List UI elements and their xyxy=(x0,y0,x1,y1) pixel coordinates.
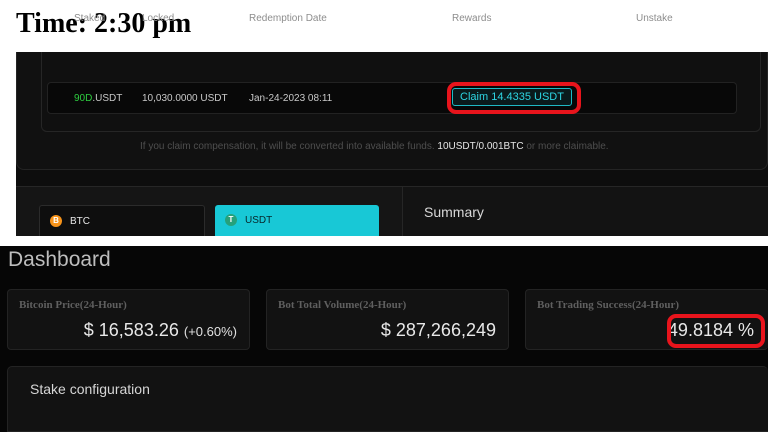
staked-period: 90D xyxy=(74,93,93,104)
summary-title: Summary xyxy=(424,204,484,220)
staked-coin: .USDT xyxy=(92,93,123,104)
notice-threshold: 10USDT/0.001BTC xyxy=(437,141,524,152)
header-rewards: Rewards xyxy=(452,13,492,24)
dashboard-title: Dashboard xyxy=(8,248,111,271)
coin-label-btc: BTC xyxy=(70,216,90,227)
header-staked: Staked xyxy=(74,13,106,24)
header-unstake: Unstake xyxy=(636,13,673,24)
stat-value-bitcoin-price: $ 16,583.26 (+0.60%) xyxy=(84,320,237,341)
stake-configuration-title: Stake configuration xyxy=(30,381,150,397)
bitcoin-price-change: (+0.60%) xyxy=(183,324,237,339)
stat-label-bitcoin-price: Bitcoin Price(24-Hour) xyxy=(19,299,127,311)
tether-icon: T xyxy=(225,214,237,226)
coin-label-usdt: USDT xyxy=(245,215,273,226)
stake-configuration-card xyxy=(7,366,768,432)
header-locked: Locked xyxy=(142,13,175,24)
stat-label-bot-volume: Bot Total Volume(24-Hour) xyxy=(278,299,407,311)
cell-redemption-date: Jan-24-2023 08:11 xyxy=(249,93,333,104)
claim-highlight-circle xyxy=(447,82,581,114)
notice-suffix: or more claimable. xyxy=(526,141,609,152)
claim-notice: If you claim compensation, it will be co… xyxy=(140,141,609,152)
stat-label-bot-success: Bot Trading Success(24-Hour) xyxy=(537,299,679,311)
stat-value-bot-volume: $ 287,266,249 xyxy=(380,320,496,340)
cell-staked: 90D.USDT xyxy=(74,93,122,104)
bitcoin-price: $ 16,583.26 xyxy=(83,320,179,340)
success-highlight-circle xyxy=(667,314,765,348)
notice-prefix: If you claim compensation, it will be co… xyxy=(140,141,435,152)
cell-locked: 10,030.0000 USDT xyxy=(142,93,228,104)
bitcoin-icon: B xyxy=(50,215,62,227)
header-redemption-date: Redemption Date xyxy=(249,13,327,24)
coin-tab-usdt[interactable]: T USDT xyxy=(215,205,379,236)
coin-tab-btc[interactable]: B BTC xyxy=(39,205,205,236)
